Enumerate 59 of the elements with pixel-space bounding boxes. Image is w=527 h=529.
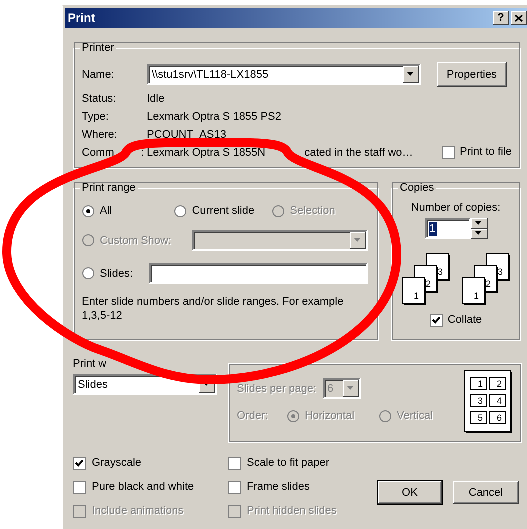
radio-button[interactable] [174, 204, 188, 218]
caret-icon [407, 72, 415, 77]
checkbox-label: Grayscale [92, 456, 142, 470]
checkbox-label: Print hidden slides [247, 504, 337, 518]
checkbox[interactable] [73, 456, 86, 470]
checkbox-label: Scale to fit paper [247, 456, 330, 470]
radio-label: Current slide [192, 204, 255, 218]
radio-label: Custom Show: [100, 234, 172, 248]
group-title: Copies [399, 181, 436, 195]
spin-buttons[interactable] [470, 218, 488, 239]
field-label: Order: [237, 409, 270, 423]
handout-layout-icon: 1 2 3 4 5 6 [464, 370, 513, 434]
group-title: Printer [81, 41, 116, 55]
custom-show-select[interactable] [192, 230, 368, 251]
info-value: Lexmark Optra S 1855N [147, 146, 266, 160]
checkbox[interactable] [442, 146, 456, 158]
info-label: : [141, 146, 144, 160]
checkbox-label: Collate [448, 313, 482, 327]
radio-button[interactable] [82, 204, 95, 218]
checkbox[interactable] [228, 480, 241, 494]
close-button[interactable] [511, 11, 527, 25]
help-button[interactable]: ? [493, 11, 509, 25]
cancel-button[interactable]: Cancel [453, 481, 519, 504]
close-icon [515, 14, 523, 22]
info-value: PCOUNT_AS13 [147, 128, 226, 142]
hint-text: Enter slide numbers and/or slide ranges. For example 1,3,5-12 [82, 295, 345, 323]
caret-icon [354, 238, 362, 243]
slides-input[interactable] [149, 263, 368, 284]
radio-button[interactable] [82, 267, 95, 280]
window-title: Print [68, 11, 96, 25]
info-label: Comm [82, 146, 114, 160]
info-value: Idle [147, 92, 165, 106]
checkbox[interactable] [430, 314, 443, 326]
radio-label: Slides: [100, 266, 134, 280]
checkbox[interactable] [73, 480, 86, 494]
field-label: Name: [82, 68, 116, 82]
caret-icon [346, 386, 354, 391]
info-label: Where: [82, 128, 118, 142]
properties-button[interactable]: Properties [437, 62, 507, 87]
checkbox-label: Frame slides [247, 480, 310, 494]
info-label: Type: [82, 110, 109, 124]
group-title: Print range [81, 181, 137, 195]
ok-button[interactable]: OK [378, 481, 442, 504]
info-label: Status: [82, 92, 116, 106]
radio-label: Vertical [397, 409, 434, 423]
field-label: Print w [73, 358, 107, 370]
radio-label: All [100, 204, 112, 218]
checkbox[interactable] [228, 456, 241, 470]
checkbox-label: Include animations [92, 504, 184, 518]
field-label: Slides per page: [237, 382, 316, 396]
radio-label: Horizontal [305, 409, 355, 423]
copies-input[interactable]: 1 [424, 218, 470, 239]
printer-select[interactable]: \\stu1srv\TL118-LX1855 [147, 64, 421, 85]
checkbox-label: Print to file [460, 145, 512, 159]
field-label: Number of copies: [411, 201, 501, 215]
radio-label: Selection [290, 204, 336, 218]
info-value: cated in the staff wo… [304, 146, 414, 160]
checkbox-label: Pure black and white [92, 480, 194, 494]
info-value: Lexmark Optra S 1855 PS2 [147, 110, 282, 124]
